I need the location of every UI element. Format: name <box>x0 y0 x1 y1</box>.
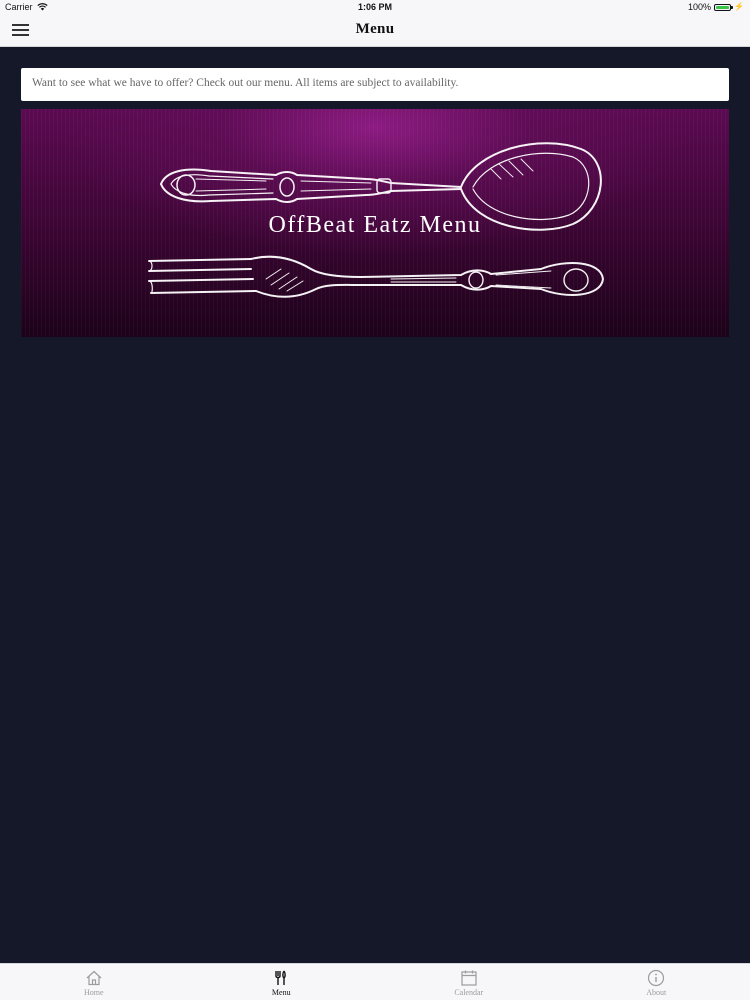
nav-bar: Menu <box>0 14 750 47</box>
home-icon <box>86 970 102 986</box>
tab-calendar-label: Calendar <box>454 988 484 997</box>
menu-banner[interactable]: OffBeat Eatz Menu <box>21 109 729 337</box>
charging-icon: ⚡ <box>734 2 744 11</box>
status-right: 100% ⚡ <box>688 2 744 12</box>
tab-home-label: Home <box>83 988 104 997</box>
tab-about[interactable]: About <box>563 964 750 1000</box>
banner-title: OffBeat Eatz Menu <box>268 212 482 238</box>
tab-home[interactable]: Home <box>0 964 188 1000</box>
intro-card: Want to see what we have to offer? Check… <box>21 68 729 101</box>
tab-calendar[interactable]: Calendar <box>375 964 563 1000</box>
tab-menu-label: Menu <box>271 988 291 997</box>
utensils-icon <box>275 970 287 985</box>
calendar-icon <box>461 970 477 986</box>
page-title: Menu <box>355 21 395 37</box>
status-bar: Carrier 1:06 PM 100% ⚡ <box>0 0 750 14</box>
battery-icon <box>714 3 734 11</box>
tab-menu[interactable]: Menu <box>188 964 376 1000</box>
intro-text: Want to see what we have to offer? Check… <box>32 77 459 89</box>
battery-percent: 100% <box>688 2 712 12</box>
status-time: 1:06 PM <box>357 2 392 12</box>
tab-bar: Home Menu Calendar About <box>0 963 750 1000</box>
tab-about-label: About <box>646 988 667 997</box>
info-icon <box>648 969 665 987</box>
